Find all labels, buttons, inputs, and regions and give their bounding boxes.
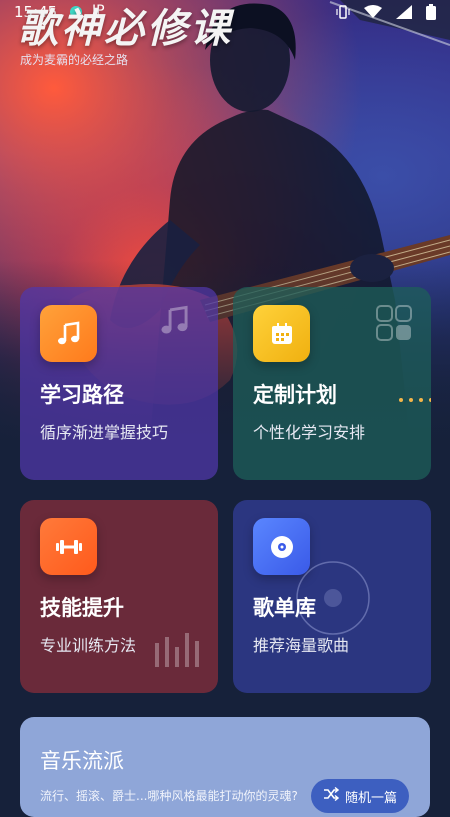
random-button-label: 随机一篇: [344, 790, 397, 806]
card-description: 推荐海量歌曲: [253, 636, 350, 655]
skill-improvement-card[interactable]: 技能提升 专业训练方法: [20, 500, 218, 693]
random-button[interactable]: 随机一篇: [311, 779, 409, 813]
dumbbell-icon: [40, 518, 97, 575]
genre-title: 音乐流派: [40, 749, 124, 773]
music-genre-section[interactable]: 音乐流派 流行、摇滚、爵士...哪种风格最能打动你的灵魂? 随机一篇: [20, 717, 430, 817]
equalizer-watermark-icon: [155, 633, 201, 671]
playlist-library-card[interactable]: 歌单库 推荐海量歌曲: [233, 500, 431, 693]
music-note-icon: [40, 305, 97, 362]
card-title: 学习路径: [40, 383, 124, 407]
music-note-watermark-icon: [157, 305, 193, 341]
grid-watermark-icon: [376, 305, 412, 345]
signal-icon: [396, 5, 412, 23]
card-description: 专业训练方法: [40, 636, 137, 655]
genre-description: 流行、摇滚、爵士...哪种风格最能打动你的灵魂?: [40, 789, 298, 803]
card-description: 个性化学习安排: [253, 423, 366, 442]
wifi-icon: [364, 5, 382, 23]
card-description: 循序渐进掌握技巧: [40, 423, 169, 442]
card-title: 歌单库: [253, 596, 316, 620]
calendar-icon: [253, 305, 310, 362]
page-title: 歌神必修课: [18, 6, 233, 52]
battery-icon: [426, 4, 436, 24]
custom-plan-card[interactable]: 定制计划 个性化学习安排: [233, 287, 431, 480]
shuffle-icon: [323, 786, 340, 805]
page-subtitle: 成为麦霸的必经之路: [20, 53, 129, 67]
vibrate-icon: [336, 4, 350, 24]
dots-decoration: [399, 398, 431, 402]
card-title: 技能提升: [40, 596, 124, 620]
learning-path-card[interactable]: 学习路径 循序渐进掌握技巧: [20, 287, 218, 480]
card-title: 定制计划: [253, 383, 337, 407]
